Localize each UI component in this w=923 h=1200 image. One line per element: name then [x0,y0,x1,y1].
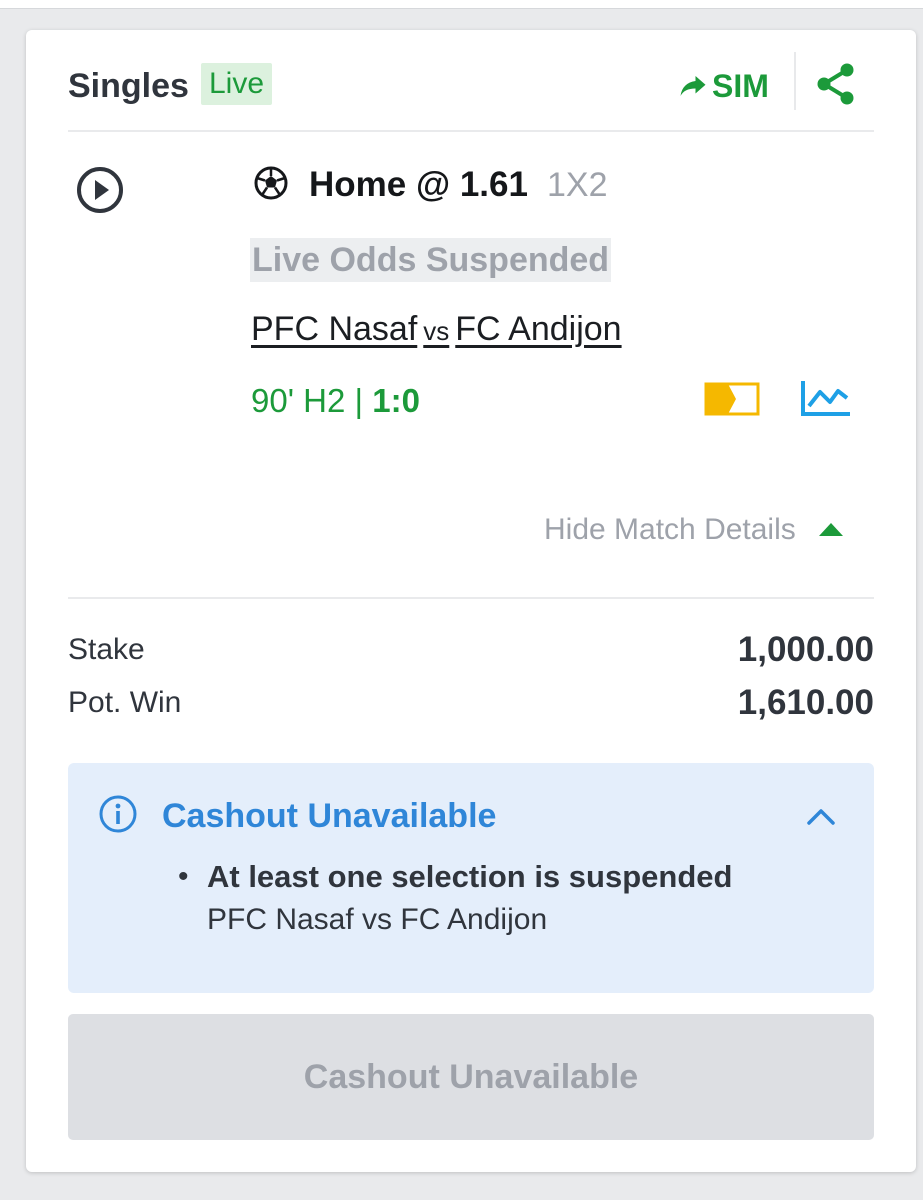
vs-label: vs [423,316,450,346]
stake-label: Stake [68,633,145,666]
bullet-dot: • [178,860,189,893]
sim-label: SIM [712,67,769,104]
cashout-button-label: Cashout Unavailable [303,1057,639,1096]
header-separator [68,130,874,132]
previous-card-edge [0,0,923,9]
cashout-reason: At least one selection is suspended [207,859,733,894]
triangle-up-icon [818,523,843,536]
market-name: 1X2 [547,166,608,204]
hide-details-label: Hide Match Details [544,513,796,546]
info-icon [98,794,138,834]
cashout-info-title: Cashout Unavailable [162,797,497,835]
match-status: 90' H2 | 1:0 [251,380,420,422]
forward-arrow-icon [680,76,706,96]
hide-match-details-toggle[interactable]: Hide Match Details [544,510,844,550]
cashout-button[interactable]: Cashout Unavailable [68,1014,874,1140]
home-team: PFC Nasaf [251,310,418,348]
away-team: FC Andijon [455,310,622,348]
match-score: 1:0 [372,382,420,419]
live-tracker-icon[interactable] [704,382,760,416]
potwin-value: 1,610.00 [737,683,874,722]
live-badge: Live [201,63,273,105]
potwin-label: Pot. Win [68,686,182,719]
bet-slip-card: Singles Live SIM Home @ 1.61 1X2 Live Od… [26,30,916,1172]
soccer-ball-icon [254,166,288,200]
header-divider [794,52,796,110]
odds-status: Live Odds Suspended [250,238,612,282]
play-icon[interactable] [76,166,124,214]
chevron-up-icon[interactable] [804,800,838,834]
sim-button[interactable]: SIM [678,64,769,108]
selection-pick: Home @ 1.61 [309,165,528,204]
stake-value: 1,000.00 [737,630,874,669]
match-link[interactable]: PFC Nasaf vs FC Andijon [251,308,622,352]
bet-type-title: Singles [68,67,189,105]
details-separator [68,597,874,599]
share-icon [817,63,854,105]
share-button[interactable] [814,60,858,108]
cashout-reason-match: PFC Nasaf vs FC Andijon [207,903,548,936]
match-time: 90' H2 | [251,382,364,419]
stats-chart-icon[interactable] [800,378,852,418]
